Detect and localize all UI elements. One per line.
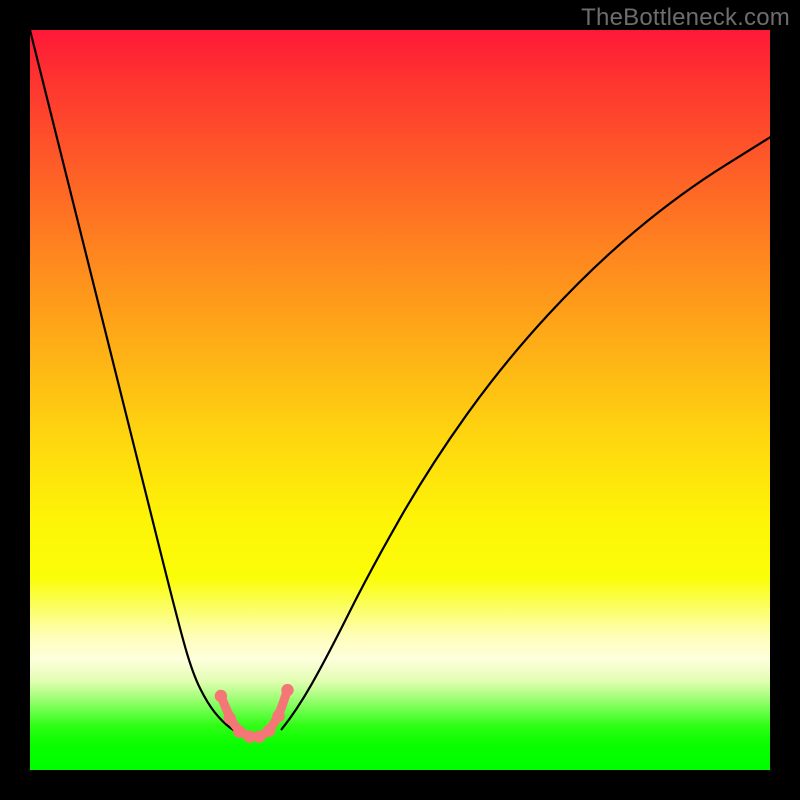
valley-marker [263, 725, 275, 737]
valley-markers [215, 684, 294, 743]
valley-marker [253, 731, 265, 743]
plot-area [30, 30, 770, 770]
valley-marker [244, 731, 256, 743]
chart-frame: TheBottleneck.com [0, 0, 800, 800]
valley-u-curve [221, 690, 288, 737]
valley-marker [233, 725, 245, 737]
valley-marker [272, 710, 284, 722]
valley-marker [281, 684, 293, 696]
curve-layer [30, 30, 770, 770]
watermark-text: TheBottleneck.com [581, 4, 790, 32]
left-branch-curve [30, 30, 248, 737]
right-branch-curve [282, 137, 770, 729]
valley-marker [224, 712, 236, 724]
valley-marker [215, 690, 227, 702]
